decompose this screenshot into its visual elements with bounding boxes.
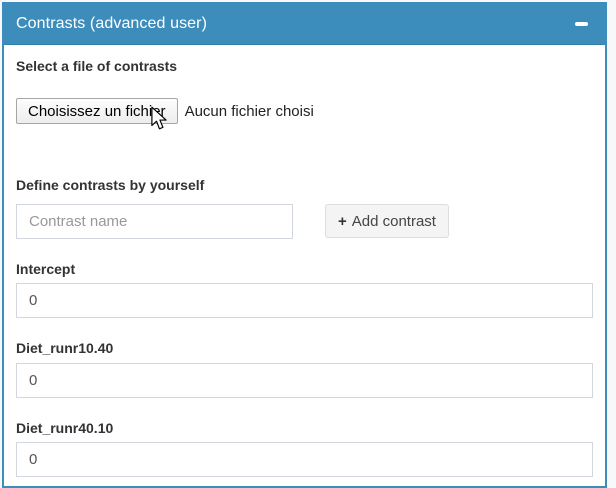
panel-header[interactable]: Contrasts (advanced user) (4, 4, 605, 45)
file-input-group: Choisissez un fichier Aucun fichier choi… (16, 98, 593, 124)
define-contrasts-row: + Add contrast (16, 204, 593, 239)
collapse-button[interactable] (569, 12, 593, 36)
panel-title: Contrasts (advanced user) (16, 15, 569, 33)
contrasts-panel: Contrasts (advanced user) Select a file … (2, 2, 607, 488)
contrast-field-input[interactable] (16, 283, 593, 318)
contrast-field: Intercept (16, 262, 593, 318)
add-contrast-button[interactable]: + Add contrast (325, 204, 449, 238)
contrast-field-label: Diet_runr10.40 (16, 341, 593, 356)
contrast-name-input[interactable] (16, 204, 293, 239)
minus-icon (575, 22, 588, 26)
file-input-label: Select a file of contrasts (16, 59, 593, 74)
choose-file-button[interactable]: Choisissez un fichier (16, 98, 178, 124)
contrast-field-label: Intercept (16, 262, 593, 277)
contrast-fields-list: Intercept Diet_runr10.40 Diet_runr40.10 (16, 262, 593, 477)
panel-body: Select a file of contrasts Choisissez un… (4, 45, 605, 486)
contrast-field-label: Diet_runr40.10 (16, 421, 593, 436)
add-contrast-label: Add contrast (352, 213, 436, 230)
contrast-field-input[interactable] (16, 363, 593, 398)
define-contrasts-label: Define contrasts by yourself (16, 178, 593, 193)
contrast-field: Diet_runr40.10 (16, 421, 593, 477)
contrast-field: Diet_runr10.40 (16, 341, 593, 397)
plus-icon: + (338, 213, 347, 230)
file-status-text: Aucun fichier choisi (185, 103, 314, 120)
contrast-field-input[interactable] (16, 442, 593, 477)
